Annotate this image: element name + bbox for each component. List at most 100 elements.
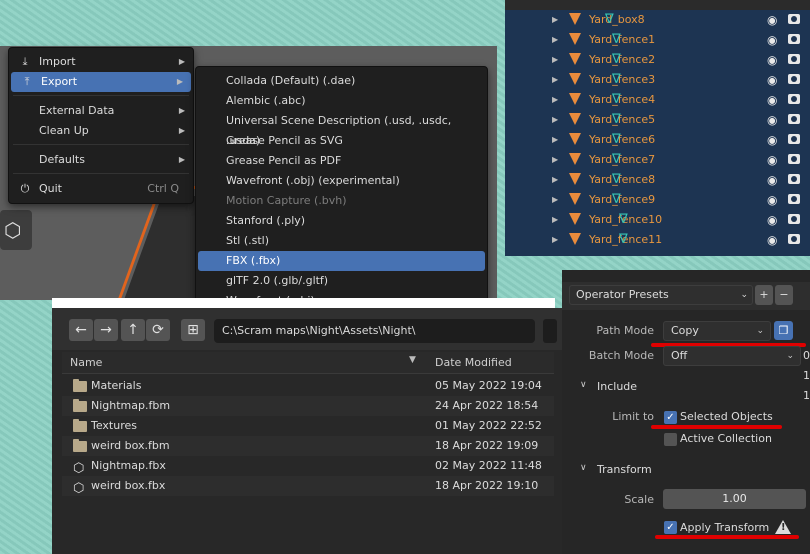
visibility-eye-icon[interactable]: ◉ xyxy=(767,90,777,110)
visibility-eye-icon[interactable]: ◉ xyxy=(767,190,777,210)
expand-arrow-icon[interactable]: ▶ xyxy=(552,110,558,130)
expand-arrow-icon[interactable]: ▶ xyxy=(552,170,558,190)
scale-field[interactable]: 1.00 xyxy=(663,489,806,509)
selected-objects-checkbox[interactable]: ✓ xyxy=(664,411,677,424)
expand-arrow-icon[interactable]: ▶ xyxy=(552,230,558,250)
file-row[interactable]: ⬡ weird box.fbx 18 Apr 2022 19:10 xyxy=(62,476,554,496)
menu-item-defaults[interactable]: Defaults ▶ xyxy=(9,150,193,170)
export-item[interactable]: Grease Pencil as SVG xyxy=(198,131,485,151)
object-name[interactable]: Yard_fence4 xyxy=(589,90,655,110)
render-camera-icon[interactable] xyxy=(788,234,800,244)
export-item[interactable]: Wavefront (.obj) (experimental) xyxy=(198,171,485,191)
render-camera-icon[interactable] xyxy=(788,194,800,204)
forward-button[interactable]: → xyxy=(94,319,118,341)
viewport-toolbar[interactable]: ⬡ xyxy=(0,210,32,250)
expand-arrow-icon[interactable]: ▶ xyxy=(552,30,558,50)
remove-preset-button[interactable]: − xyxy=(775,285,793,305)
active-collection-checkbox[interactable] xyxy=(664,433,677,446)
menu-item-external-data[interactable]: External Data ▶ xyxy=(9,101,193,121)
column-date-modified[interactable]: Date Modified xyxy=(435,356,512,369)
visibility-eye-icon[interactable]: ◉ xyxy=(767,70,777,90)
outliner-row[interactable]: ▶ Yard_fence8 ∇ ◉ xyxy=(505,170,810,190)
visibility-eye-icon[interactable]: ◉ xyxy=(767,110,777,130)
menu-item-export[interactable]: ⤒ Export ▶ xyxy=(11,72,191,92)
render-camera-icon[interactable] xyxy=(788,54,800,64)
path-options-button[interactable] xyxy=(543,319,557,343)
batch-mode-dropdown[interactable]: Off ⌄ xyxy=(663,346,801,366)
render-camera-icon[interactable] xyxy=(788,154,800,164)
apply-transform-checkbox[interactable]: ✓ xyxy=(664,521,677,534)
add-preset-button[interactable]: + xyxy=(755,285,773,305)
export-item[interactable]: Stl (.stl) xyxy=(198,231,485,251)
expand-arrow-icon[interactable]: ▶ xyxy=(552,150,558,170)
expand-arrow-icon[interactable]: ▶ xyxy=(552,90,558,110)
export-item[interactable]: Collada (Default) (.dae) xyxy=(198,71,485,91)
render-camera-icon[interactable] xyxy=(788,34,800,44)
menu-item-import[interactable]: ⤓ Import ▶ xyxy=(9,52,193,72)
column-name[interactable]: Name xyxy=(70,356,102,369)
refresh-button[interactable]: ⟳ xyxy=(146,319,170,341)
outliner-row[interactable]: ▶ Yard_fence9 ∇ ◉ xyxy=(505,190,810,210)
render-camera-icon[interactable] xyxy=(788,114,800,124)
object-name[interactable]: Yard_fence8 xyxy=(589,170,655,190)
export-item[interactable]: Universal Scene Description (.usd, .usdc… xyxy=(198,111,485,147)
file-row[interactable]: weird box.fbm 18 Apr 2022 19:09 xyxy=(62,436,554,456)
path-input[interactable]: C:\Scram maps\Night\Assets\Night\ xyxy=(214,319,535,343)
operator-presets-dropdown[interactable]: Operator Presets ⌄ xyxy=(569,285,753,305)
render-camera-icon[interactable] xyxy=(788,14,800,24)
outliner-row[interactable]: ▶ Yard_fence4 ∇ ◉ xyxy=(505,90,810,110)
expand-arrow-icon[interactable]: ▶ xyxy=(552,130,558,150)
expand-arrow-icon[interactable]: ▶ xyxy=(552,210,558,230)
outliner-row[interactable]: ▶ Yard_fence5 ∇ ◉ xyxy=(505,110,810,130)
file-row[interactable]: Textures 01 May 2022 22:52 xyxy=(62,416,554,436)
render-camera-icon[interactable] xyxy=(788,94,800,104)
visibility-eye-icon[interactable]: ◉ xyxy=(767,150,777,170)
export-item[interactable]: Grease Pencil as PDF xyxy=(198,151,485,171)
file-row[interactable]: Nightmap.fbm 24 Apr 2022 18:54 xyxy=(62,396,554,416)
object-name[interactable]: Yard_fence6 xyxy=(589,130,655,150)
export-item[interactable]: FBX (.fbx) xyxy=(198,251,485,271)
object-name[interactable]: Yard_fence1 xyxy=(589,30,655,50)
export-item[interactable]: Stanford (.ply) xyxy=(198,211,485,231)
expand-arrow-icon[interactable]: ▶ xyxy=(552,190,558,210)
path-mode-dropdown[interactable]: Copy ⌄ xyxy=(663,321,771,341)
outliner-row[interactable]: ▶ Yard_box8 ∇ ◉ xyxy=(505,10,810,30)
visibility-eye-icon[interactable]: ◉ xyxy=(767,10,777,30)
visibility-eye-icon[interactable]: ◉ xyxy=(767,210,777,230)
file-row[interactable]: Materials 05 May 2022 19:04 xyxy=(62,376,554,396)
embed-textures-toggle[interactable]: ❐ xyxy=(774,321,793,340)
back-button[interactable]: ← xyxy=(69,319,93,341)
outliner-row[interactable]: ▶ Yard_fence3 ∇ ◉ xyxy=(505,70,810,90)
export-item[interactable]: glTF 2.0 (.glb/.gltf) xyxy=(198,271,485,291)
new-folder-button[interactable]: ⊞ xyxy=(181,319,205,341)
visibility-eye-icon[interactable]: ◉ xyxy=(767,30,777,50)
visibility-eye-icon[interactable]: ◉ xyxy=(767,170,777,190)
expand-arrow-icon[interactable]: ▶ xyxy=(552,50,558,70)
render-camera-icon[interactable] xyxy=(788,214,800,224)
parent-directory-button[interactable]: ↑ xyxy=(121,319,145,341)
outliner[interactable]: ▶ Yard_box8 ∇ ◉ ▶ Yard_fence1 ∇ ◉ ▶ Yard_fence2 ∇ ◉… xyxy=(505,0,810,256)
object-name[interactable]: Yard_fence2 xyxy=(589,50,655,70)
object-name[interactable]: Yard_fence5 xyxy=(589,110,655,130)
cube-add-icon[interactable]: ⬡ xyxy=(4,218,21,242)
object-name[interactable]: Yard_box8 xyxy=(589,10,645,30)
outliner-row[interactable]: ▶ Yard_fence2 ∇ ◉ xyxy=(505,50,810,70)
visibility-eye-icon[interactable]: ◉ xyxy=(767,230,777,250)
expand-arrow-icon[interactable]: ▶ xyxy=(552,10,558,30)
object-name[interactable]: Yard_fence3 xyxy=(589,70,655,90)
render-camera-icon[interactable] xyxy=(788,134,800,144)
visibility-eye-icon[interactable]: ◉ xyxy=(767,130,777,150)
outliner-row[interactable]: ▶ Yard_fence1 ∇ ◉ xyxy=(505,30,810,50)
object-name[interactable]: Yard_fence9 xyxy=(589,190,655,210)
outliner-row[interactable]: ▶ Yard_fence6 ∇ ◉ xyxy=(505,130,810,150)
render-camera-icon[interactable] xyxy=(788,74,800,84)
outliner-row[interactable]: ▶ Yard_fence7 ∇ ◉ xyxy=(505,150,810,170)
file-row[interactable]: ⬡ Nightmap.fbx 02 May 2022 11:48 xyxy=(62,456,554,476)
object-name[interactable]: Yard_fence7 xyxy=(589,150,655,170)
render-camera-icon[interactable] xyxy=(788,174,800,184)
outliner-row[interactable]: ▶ Yard_fence10 ∇ ◉ xyxy=(505,210,810,230)
menu-item-clean-up[interactable]: Clean Up ▶ xyxy=(9,121,193,141)
outliner-row[interactable]: ▶ Yard_fence11 ∇ ◉ xyxy=(505,230,810,250)
export-item[interactable]: Alembic (.abc) xyxy=(198,91,485,111)
menu-item-quit[interactable]: ⏻ Quit Ctrl Q xyxy=(9,179,193,199)
